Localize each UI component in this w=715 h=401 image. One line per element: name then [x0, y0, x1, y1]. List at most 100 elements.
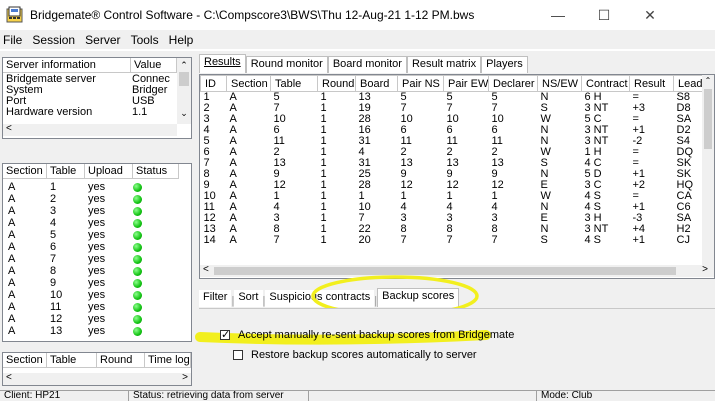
- results-column-header[interactable]: Section: [226, 75, 271, 92]
- table-row[interactable]: 9 A 12 1 28 12 12 12 E 3 C +2 HQ: [201, 180, 703, 191]
- results-column-header[interactable]: Table: [270, 75, 318, 92]
- table-row[interactable]: 13 A 8 1 22 8 8 8 N 3 NT +4 H2: [201, 224, 703, 235]
- tab-board-monitor[interactable]: Board monitor: [327, 56, 407, 73]
- value-header[interactable]: Value: [131, 58, 177, 73]
- table-row[interactable]: 4 A 6 1 16 6 6 6 N 3 NT +1 D2: [201, 125, 703, 136]
- vertical-scrollbar[interactable]: ⌃: [702, 75, 714, 265]
- minimize-button[interactable]: —: [535, 0, 581, 30]
- results-column-header[interactable]: Declarer: [488, 75, 538, 92]
- results-column-header[interactable]: Board: [355, 75, 398, 92]
- table-row[interactable]: 10 A 1 1 1 1 1 1 W 4 S = CA: [201, 191, 703, 202]
- results-column-header[interactable]: NS/EW: [537, 75, 582, 92]
- table-row[interactable]: 8 A 9 1 25 9 9 9 N 5 D +1 SK: [201, 169, 703, 180]
- accept-backup-option[interactable]: Accept manually re-sent backup scores fr…: [220, 328, 514, 341]
- table-row[interactable]: 1 A 5 1 13 5 5 5 N 6 H = S8: [201, 92, 703, 104]
- tab-sort[interactable]: Sort: [234, 290, 263, 307]
- vertical-scrollbar[interactable]: ⌃ ⌄: [177, 58, 191, 124]
- table-number-cell: 4: [50, 217, 57, 229]
- table-row[interactable]: A 7 yes: [3, 253, 191, 265]
- status-ok-icon: [133, 326, 142, 336]
- table-row[interactable]: 14 A 7 1 20 7 7 7 S 4 S +1 CJ: [201, 235, 703, 246]
- scroll-right-icon[interactable]: >: [702, 264, 708, 275]
- scroll-up-icon[interactable]: ⌃: [177, 58, 191, 72]
- table-upload-cell: yes: [88, 277, 106, 289]
- results-column-header[interactable]: Lead: [673, 75, 703, 92]
- results-cell: D8: [676, 103, 691, 114]
- table-row[interactable]: 7 A 13 1 31 13 13 13 S 4 C = SK: [201, 158, 703, 169]
- maximize-button[interactable]: ☐: [581, 0, 627, 30]
- results-cell: 1: [446, 191, 453, 202]
- table-row[interactable]: 6 A 2 1 4 2 2 2 W 1 H = DQ: [201, 147, 703, 158]
- table-row[interactable]: A 13 yes: [3, 325, 191, 337]
- table-row[interactable]: A 6 yes: [3, 241, 191, 253]
- results-cell: 31: [358, 136, 371, 147]
- results-column-header[interactable]: Round: [317, 75, 356, 92]
- section-header[interactable]: Section: [3, 353, 47, 368]
- results-cell: A: [229, 147, 237, 158]
- table-row[interactable]: 11 A 4 1 10 4 4 4 N 4 S +1 C6: [201, 202, 703, 213]
- results-cell: 8: [400, 224, 407, 235]
- scroll-thumb[interactable]: [704, 89, 712, 149]
- results-cell: S: [540, 235, 548, 246]
- horizontal-scrollbar[interactable]: < >: [3, 372, 191, 385]
- table-row[interactable]: A 1 yes: [3, 181, 191, 193]
- table-row[interactable]: A 10 yes: [3, 289, 191, 301]
- table-row[interactable]: A 5 yes: [3, 229, 191, 241]
- status-header[interactable]: Status: [133, 164, 179, 179]
- menu-server[interactable]: Server: [82, 30, 124, 47]
- tab-players[interactable]: Players: [481, 56, 528, 73]
- results-cell: 2: [446, 147, 453, 158]
- results-column-header[interactable]: Contract: [581, 75, 630, 92]
- menu-help[interactable]: Help: [166, 30, 198, 47]
- results-cell: 7: [203, 158, 210, 169]
- table-row[interactable]: A 9 yes: [3, 277, 191, 289]
- results-cell: 2: [491, 147, 498, 158]
- table-row[interactable]: A 4 yes: [3, 217, 191, 229]
- tab-results[interactable]: Results: [199, 54, 246, 73]
- scroll-left-icon[interactable]: <: [203, 264, 209, 275]
- tab-result-matrix[interactable]: Result matrix: [406, 56, 482, 73]
- restore-backup-checkbox[interactable]: [233, 350, 243, 361]
- server-info-header[interactable]: Server information: [3, 58, 131, 73]
- results-cell: -3: [632, 213, 643, 224]
- table-row[interactable]: 12 A 3 1 7 3 3 3 E 3 H -3 SA: [201, 213, 703, 224]
- results-column-header[interactable]: Result: [629, 75, 674, 92]
- table-header[interactable]: Table: [47, 353, 97, 368]
- round-header[interactable]: Round: [97, 353, 145, 368]
- scroll-up-icon[interactable]: ⌃: [702, 75, 714, 87]
- upload-header[interactable]: Upload: [85, 164, 133, 179]
- results-column-header[interactable]: Pair NS: [397, 75, 444, 92]
- results-cell: 7: [400, 235, 407, 246]
- menu-tools[interactable]: Tools: [128, 30, 163, 47]
- bridgemate-app-icon[interactable]: [6, 6, 23, 23]
- table-row[interactable]: 2 A 7 1 19 7 7 7 S 3 NT +3 D8: [201, 103, 703, 114]
- table-row[interactable]: 3 A 10 1 28 10 10 10 W 5 C = SA: [201, 114, 703, 125]
- scroll-left-icon[interactable]: <: [6, 372, 12, 383]
- table-row[interactable]: 5 A 11 1 31 11 11 11 N 3 NT -2 S4: [201, 136, 703, 147]
- table-row[interactable]: A 2 yes: [3, 193, 191, 205]
- scroll-left-icon[interactable]: <: [6, 123, 12, 134]
- menu-file[interactable]: File: [0, 30, 26, 47]
- accept-backup-checkbox[interactable]: [220, 328, 230, 341]
- section-header[interactable]: Section: [3, 164, 47, 179]
- results-cell: 3: [446, 213, 453, 224]
- table-row[interactable]: A 12 yes: [3, 313, 191, 325]
- results-column-header[interactable]: Pair EW: [443, 75, 489, 92]
- scroll-down-icon[interactable]: ⌄: [177, 108, 191, 119]
- table-row[interactable]: A 3 yes: [3, 205, 191, 217]
- restore-backup-option[interactable]: Restore backup scores automatically to s…: [233, 349, 477, 361]
- time-log-header[interactable]: Time log: [145, 353, 191, 368]
- table-upload-cell: yes: [88, 265, 106, 277]
- scroll-right-icon[interactable]: >: [182, 372, 188, 383]
- results-cell: N: [540, 202, 549, 213]
- scroll-thumb[interactable]: [179, 72, 189, 86]
- horizontal-scrollbar[interactable]: <: [3, 123, 177, 136]
- table-row[interactable]: A 8 yes: [3, 265, 191, 277]
- table-header[interactable]: Table: [47, 164, 85, 179]
- table-row[interactable]: A 11 yes: [3, 301, 191, 313]
- menu-session[interactable]: Session: [29, 30, 79, 47]
- tab-round-monitor[interactable]: Round monitor: [245, 56, 328, 73]
- results-column-header[interactable]: ID: [200, 75, 227, 92]
- tab-filter[interactable]: Filter: [199, 290, 232, 307]
- close-button[interactable]: ✕: [627, 0, 673, 30]
